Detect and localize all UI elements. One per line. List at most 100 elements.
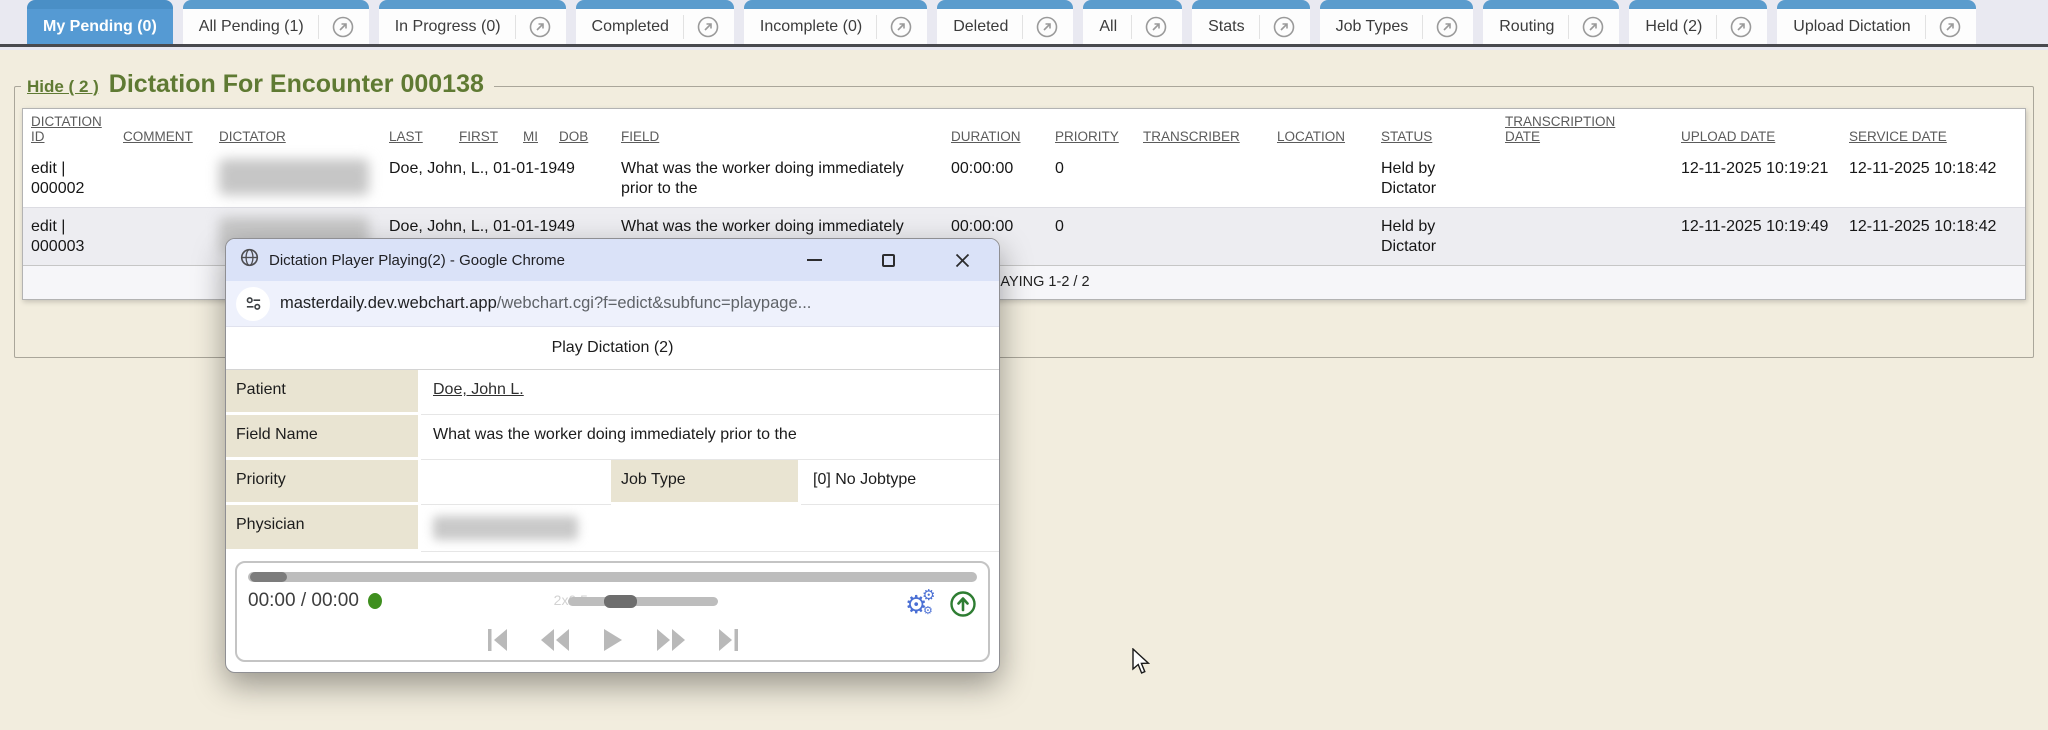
tab-label: Routing bbox=[1497, 18, 1556, 36]
popout-arrow-icon[interactable] bbox=[876, 15, 913, 39]
speed-control: 0.5x 1x 2x bbox=[568, 590, 718, 606]
cell-upload-date: 12-11-2025 10:19:21 bbox=[1673, 150, 1841, 208]
col-service-date[interactable]: SERVICE DATE bbox=[1841, 109, 2025, 150]
transport-controls bbox=[248, 627, 977, 653]
col-mi[interactable]: MI bbox=[515, 109, 551, 150]
speed-slider-handle[interactable] bbox=[604, 595, 637, 608]
cell-location bbox=[1269, 150, 1373, 208]
patient-link[interactable]: Doe, John L. bbox=[433, 381, 524, 398]
skip-start-icon[interactable] bbox=[485, 627, 509, 653]
skip-end-icon[interactable] bbox=[717, 627, 741, 653]
maximize-button[interactable] bbox=[865, 239, 911, 281]
physician-row: Physician bbox=[226, 505, 999, 552]
settings-gears-icon[interactable]: ⚙⚙⚙ bbox=[905, 592, 939, 622]
table-row: edit | 000002 Doe, John, L., 01-01-1949 … bbox=[23, 150, 2025, 208]
tab-all-pending[interactable]: All Pending (1) bbox=[183, 0, 369, 44]
cell-priority: 0 bbox=[1047, 208, 1135, 266]
tab-label: My Pending (0) bbox=[41, 18, 159, 36]
popout-arrow-icon[interactable] bbox=[1716, 15, 1753, 39]
cell-priority: 0 bbox=[1047, 150, 1135, 208]
tab-in-progress[interactable]: In Progress (0) bbox=[379, 0, 566, 44]
upload-circle-icon[interactable] bbox=[949, 590, 977, 623]
col-dictation-id[interactable]: DICTATION ID bbox=[23, 109, 115, 150]
popout-arrow-icon[interactable] bbox=[515, 15, 552, 39]
close-button[interactable] bbox=[939, 239, 985, 281]
col-transcription-date[interactable]: TRANSCRIPTION DATE bbox=[1497, 109, 1673, 150]
tab-routing[interactable]: Routing bbox=[1483, 0, 1619, 44]
site-info-button[interactable] bbox=[236, 287, 270, 321]
redacted-dictator bbox=[219, 159, 369, 195]
popout-arrow-icon[interactable] bbox=[1022, 15, 1059, 39]
cell-dictation-id[interactable]: edit | 000002 bbox=[23, 150, 115, 208]
patient-row: Patient Doe, John L. bbox=[226, 370, 999, 415]
cell-dictation-id[interactable]: edit | 000003 bbox=[23, 208, 115, 266]
cell-transcriber bbox=[1135, 208, 1269, 266]
window-titlebar[interactable]: Dictation Player Playing(2) - Google Chr… bbox=[226, 239, 999, 281]
tab-held[interactable]: Held (2) bbox=[1629, 0, 1767, 44]
cell-transcriber bbox=[1135, 150, 1269, 208]
popout-arrow-icon[interactable] bbox=[1259, 15, 1296, 39]
audio-player-section: 00:00 / 00:00 0.5x 1x 2x bbox=[226, 552, 999, 672]
col-duration[interactable]: DURATION bbox=[943, 109, 1047, 150]
col-first[interactable]: FIRST bbox=[451, 109, 515, 150]
tab-deleted[interactable]: Deleted bbox=[937, 0, 1073, 44]
window-title: Dictation Player Playing(2) - Google Chr… bbox=[269, 252, 791, 269]
popout-arrow-icon[interactable] bbox=[318, 15, 355, 39]
speed-slider[interactable] bbox=[568, 597, 718, 606]
popout-arrow-icon[interactable] bbox=[683, 15, 720, 39]
seek-bar[interactable] bbox=[248, 572, 977, 582]
rewind-icon[interactable] bbox=[539, 627, 571, 653]
address-bar[interactable]: masterdaily.dev.webchart.app/webchart.cg… bbox=[226, 281, 999, 327]
tab-upload-dictation[interactable]: Upload Dictation bbox=[1777, 0, 1975, 44]
col-priority[interactable]: PRIORITY bbox=[1047, 109, 1135, 150]
col-dictator[interactable]: DICTATOR bbox=[211, 109, 381, 150]
cell-location bbox=[1269, 208, 1373, 266]
col-last[interactable]: LAST bbox=[381, 109, 451, 150]
screen: My Pending (0) All Pending (1) In Progre… bbox=[0, 0, 2048, 730]
popout-arrow-icon[interactable] bbox=[1568, 15, 1605, 39]
job-type-label: Job Type bbox=[611, 460, 801, 505]
cell-status: Held by Dictator bbox=[1373, 208, 1497, 266]
dictation-player-window: Dictation Player Playing(2) - Google Chr… bbox=[225, 238, 1000, 673]
seek-handle[interactable] bbox=[250, 572, 287, 582]
cell-status: Held by Dictator bbox=[1373, 150, 1497, 208]
col-upload-date[interactable]: UPLOAD DATE bbox=[1673, 109, 1841, 150]
tab-label: Completed bbox=[590, 18, 671, 36]
cell-duration: 00:00:00 bbox=[943, 150, 1047, 208]
dictation-tab-bar: My Pending (0) All Pending (1) In Progre… bbox=[0, 0, 2048, 47]
tab-stats[interactable]: Stats bbox=[1192, 0, 1309, 44]
col-transcriber[interactable]: TRANSCRIBER bbox=[1135, 109, 1269, 150]
popout-arrow-icon[interactable] bbox=[1131, 15, 1168, 39]
col-location[interactable]: LOCATION bbox=[1269, 109, 1373, 150]
popout-arrow-icon[interactable] bbox=[1925, 15, 1962, 39]
priority-jobtype-row: Priority Job Type [0] No Jobtype bbox=[226, 460, 999, 505]
play-icon[interactable] bbox=[601, 627, 625, 653]
url-text: masterdaily.dev.webchart.app/webchart.cg… bbox=[280, 294, 811, 313]
cell-dictator bbox=[211, 150, 381, 208]
mouse-cursor bbox=[1130, 648, 1154, 681]
url-path: /webchart.cgi?f=edict&subfunc=playpage..… bbox=[497, 294, 812, 312]
tab-my-pending[interactable]: My Pending (0) bbox=[27, 0, 173, 44]
hide-link[interactable]: Hide ( 2 ) bbox=[27, 77, 99, 97]
cell-comment bbox=[115, 208, 211, 266]
tab-all[interactable]: All bbox=[1083, 0, 1182, 44]
cell-field: What was the worker doing immediately pr… bbox=[613, 150, 943, 208]
priority-value bbox=[421, 460, 611, 505]
tab-completed[interactable]: Completed bbox=[576, 0, 734, 44]
tab-label: Held (2) bbox=[1643, 18, 1704, 36]
tab-incomplete[interactable]: Incomplete (0) bbox=[744, 0, 927, 44]
col-comment[interactable]: COMMENT bbox=[115, 109, 211, 150]
col-dob[interactable]: DOB bbox=[551, 109, 613, 150]
time-display: 00:00 / 00:00 bbox=[248, 590, 382, 612]
tab-label: Deleted bbox=[951, 18, 1010, 36]
fast-forward-icon[interactable] bbox=[655, 627, 687, 653]
cell-service-date: 12-11-2025 10:18:42 bbox=[1841, 150, 2025, 208]
close-icon bbox=[955, 253, 970, 268]
cell-transcription-date bbox=[1497, 208, 1673, 266]
col-status[interactable]: STATUS bbox=[1373, 109, 1497, 150]
cell-service-date: 12-11-2025 10:18:42 bbox=[1841, 208, 2025, 266]
col-field[interactable]: FIELD bbox=[613, 109, 943, 150]
popout-arrow-icon[interactable] bbox=[1422, 15, 1459, 39]
minimize-button[interactable] bbox=[791, 239, 837, 281]
tab-job-types[interactable]: Job Types bbox=[1320, 0, 1474, 44]
